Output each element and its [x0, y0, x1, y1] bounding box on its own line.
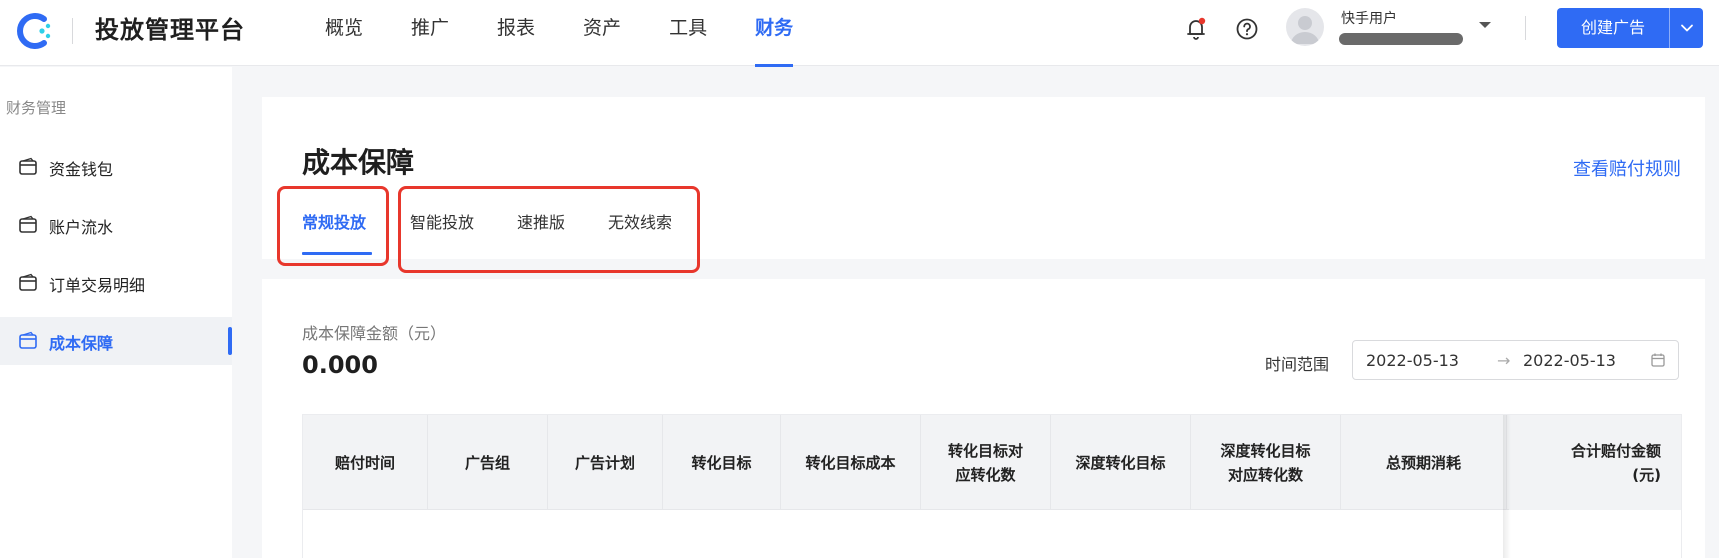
question-icon[interactable] — [1235, 17, 1259, 41]
column-header-deep-goal[interactable]: 深度转化目标 — [1051, 415, 1191, 510]
sidebar-item-label: 成本保障 — [49, 334, 114, 353]
create-ad-button[interactable]: 创建广告 — [1557, 8, 1703, 48]
amount-value: 0.000 — [302, 351, 378, 379]
column-header-total-expected-spend[interactable]: 总预期消耗 — [1341, 415, 1507, 510]
kuaishou-logo-icon[interactable] — [14, 10, 56, 52]
column-header-deep-goal-conversions[interactable]: 深度转化目标 对应转化数 — [1191, 415, 1341, 510]
caret-down-icon[interactable] — [1478, 20, 1492, 30]
fixed-column-shadow — [1503, 415, 1511, 558]
nav-item-finance[interactable]: 财务 — [755, 0, 794, 67]
nav-item-assets[interactable]: 资产 — [583, 0, 621, 66]
main-nav: 概览 推广 报表 资产 工具 财务 — [325, 0, 841, 67]
range-start-date[interactable]: 2022-05-13 — [1366, 351, 1459, 370]
highlight-box — [277, 186, 389, 266]
header-divider — [1525, 16, 1526, 40]
user-account-redacted — [1339, 33, 1463, 45]
brand-title: 投放管理平台 — [95, 16, 245, 44]
range-end-date[interactable]: 2022-05-13 — [1523, 351, 1616, 370]
nav-item-reports[interactable]: 报表 — [497, 0, 535, 66]
logo-divider — [72, 18, 73, 44]
nav-item-overview[interactable]: 概览 — [325, 0, 363, 66]
sidebar-title: 财务管理 — [6, 99, 67, 117]
sidebar-item-account-flow[interactable]: 账户流水 — [0, 201, 232, 249]
create-ad-label[interactable]: 创建广告 — [1557, 8, 1669, 48]
avatar[interactable] — [1286, 8, 1324, 46]
wallet-icon — [19, 215, 37, 233]
top-bar: 投放管理平台 概览 推广 报表 资产 工具 财务 快手用户 创建广告 — [0, 0, 1719, 67]
column-header-total-compensation[interactable]: 合计赔付金额 (元) — [1509, 415, 1681, 510]
range-arrow-icon: → — [1497, 351, 1511, 370]
create-ad-dropdown[interactable] — [1670, 8, 1703, 48]
user-name[interactable]: 快手用户 — [1341, 8, 1397, 28]
sidebar-item-wallet[interactable]: 资金钱包 — [0, 143, 232, 191]
sidebar-item-order-details[interactable]: 订单交易明细 — [0, 259, 232, 307]
calendar-icon — [1651, 353, 1665, 367]
wallet-icon — [19, 273, 37, 291]
wallet-icon — [19, 157, 37, 175]
table-header: 赔付时间 广告组 广告计划 转化目标 转化目标成本 转化目标对 应转化数 深度转化… — [303, 415, 1681, 510]
column-header-time[interactable]: 赔付时间 — [303, 415, 428, 510]
wallet-icon — [19, 331, 37, 349]
sidebar-item-label: 资金钱包 — [49, 160, 114, 179]
sidebar-item-label: 订单交易明细 — [49, 276, 146, 295]
sidebar-item-cost-guarantee[interactable]: 成本保障 — [0, 317, 232, 365]
column-header-goal-conversions[interactable]: 转化目标对 应转化数 — [921, 415, 1051, 510]
column-header-goal-cost[interactable]: 转化目标成本 — [781, 415, 921, 510]
nav-item-tools[interactable]: 工具 — [669, 0, 707, 66]
user-avatar-icon — [1291, 16, 1319, 44]
view-rules-link[interactable]: 查看赔付规则 — [1573, 155, 1681, 181]
content-card: 成本保障金额（元） 0.000 时间范围 2022-05-13 → 2022-0… — [262, 279, 1705, 558]
page-title: 成本保障 — [302, 146, 415, 179]
highlight-box — [398, 186, 700, 273]
date-range-picker[interactable]: 2022-05-13 → 2022-05-13 — [1352, 340, 1679, 380]
compensation-table: 赔付时间 广告组 广告计划 转化目标 转化目标成本 转化目标对 应转化数 深度转化… — [302, 414, 1682, 558]
column-header-ad-plan[interactable]: 广告计划 — [548, 415, 663, 510]
column-header-ad-group[interactable]: 广告组 — [428, 415, 548, 510]
bell-icon[interactable] — [1184, 16, 1208, 42]
date-range-label: 时间范围 — [1265, 355, 1330, 374]
sidebar-item-label: 账户流水 — [49, 218, 114, 237]
column-header-conversion-goal[interactable]: 转化目标 — [663, 415, 781, 510]
amount-label: 成本保障金额（元） — [302, 324, 447, 343]
sidebar: 财务管理 资金钱包 账户流水 订单交易明细 成本保障 — [0, 67, 232, 558]
chevron-down-icon — [1680, 24, 1693, 32]
nav-item-promotion[interactable]: 推广 — [411, 0, 449, 66]
